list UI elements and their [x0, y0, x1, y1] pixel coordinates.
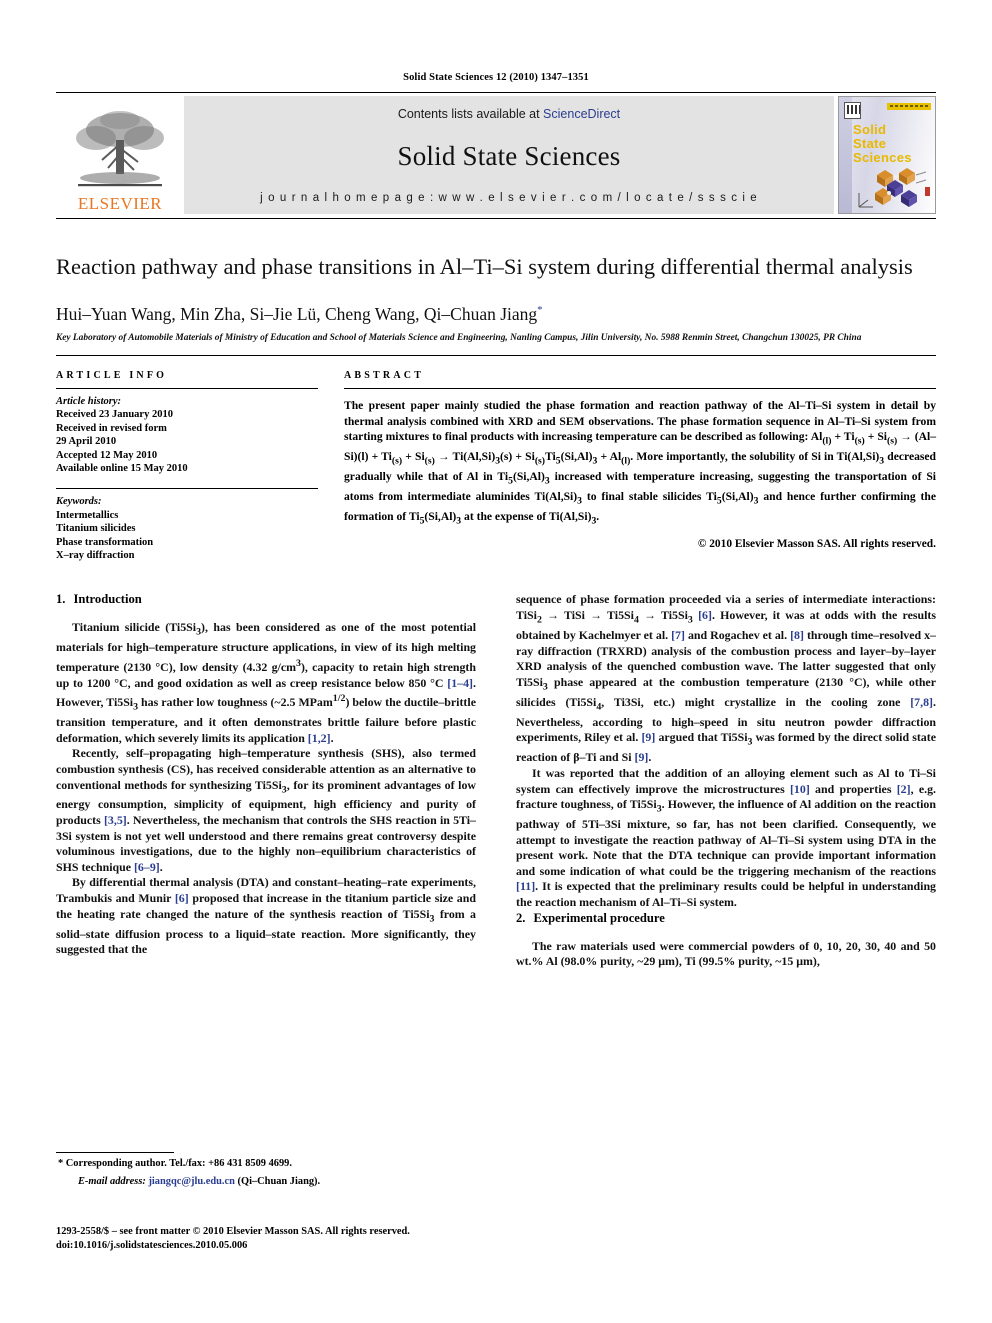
affiliation: Key Laboratory of Automobile Materials o…: [56, 333, 862, 343]
abstract-text: The present paper mainly studied the pha…: [344, 399, 937, 527]
footnote-rule: [56, 1152, 174, 1153]
paragraph: It was reported that the addition of an …: [516, 765, 937, 910]
keywords-label: Keywords:: [56, 496, 102, 508]
section-title: Experimental procedure: [533, 910, 665, 925]
author-list: Hui–Yuan Wang, Min Zha, Si–Jie Lü, Cheng…: [56, 304, 936, 325]
abstract-heading: ABSTRACT: [344, 370, 425, 381]
email-owner: (Qi–Chuan Jiang).: [237, 1176, 321, 1187]
journal-homepage[interactable]: j o u r n a l h o m e p a g e : w w w . …: [260, 192, 758, 204]
email-label: E-mail address:: [78, 1176, 146, 1187]
section-heading-experimental: 2. Experimental procedure: [516, 911, 936, 926]
author-names: Hui–Yuan Wang, Min Zha, Si–Jie Lü, Cheng…: [56, 304, 538, 324]
article-history-block: Article history: Received 23 January 201…: [56, 395, 318, 475]
elsevier-tree-icon: [76, 111, 164, 187]
section-number: 1.: [56, 592, 66, 607]
paper-page: Solid State Sciences 12 (2010) 1347–1351…: [0, 0, 992, 1323]
paragraph: sequence of phase formation proceeded vi…: [516, 592, 937, 765]
keyword-item: X–ray diffraction: [56, 550, 135, 562]
masthead-divider: [56, 218, 936, 219]
paragraph: The raw materials used were commercial p…: [516, 938, 936, 969]
keywords-divider: [56, 488, 318, 490]
body-columns: 1. Introduction Titanium silicide (Ti5Si3…: [56, 592, 936, 969]
journal-cover-thumbnail[interactable]: Solid State Sciences: [838, 96, 936, 214]
abstract-divider: [344, 388, 936, 389]
title-block-divider: [56, 355, 936, 356]
cover-title-line-2: State: [853, 136, 887, 151]
history-item: Accepted 12 May 2010: [56, 449, 158, 461]
cover-title-text: Solid State Sciences: [853, 123, 912, 165]
email-link[interactable]: jiangqc@jlu.edu.cn: [148, 1176, 234, 1187]
contents-list-line: Contents lists available at ScienceDirec…: [398, 107, 620, 121]
corresponding-author-marker[interactable]: *: [537, 304, 543, 316]
elsevier-wordmark: ELSEVIER: [77, 194, 163, 213]
paragraph: Titanium silicide (Ti5Si3), has been con…: [56, 620, 477, 745]
footer-legal: 1293-2558/$ – see front matter © 2010 El…: [56, 1225, 516, 1252]
journal-title: Solid State Sciences: [397, 141, 621, 171]
header-divider: [56, 92, 936, 93]
body-column-left: 1. Introduction Titanium silicide (Ti5Si3…: [56, 592, 476, 969]
cover-title-line-3: Sciences: [853, 150, 912, 165]
article-info-column: ARTICLE INFO Article history: Received 2…: [56, 370, 318, 562]
history-item: Received 23 January 2010: [56, 409, 173, 421]
email-note: E-mail address: jiangqc@jlu.edu.cn (Qi–C…: [56, 1175, 476, 1189]
body-column-right: sequence of phase formation proceeded vi…: [516, 592, 936, 969]
sciencedirect-link[interactable]: ScienceDirect: [543, 107, 620, 121]
cover-legend-icon: [916, 171, 930, 196]
history-item: Received in revised form: [56, 422, 167, 434]
keyword-item: Titanium silicides: [56, 523, 136, 535]
paragraph: Recently, self–propagating high–temperat…: [56, 746, 476, 874]
article-info-heading: ARTICLE INFO: [56, 370, 168, 381]
keywords-block: Keywords: Intermetallics Titanium silici…: [56, 495, 318, 562]
section-heading-introduction: 1. Introduction: [56, 592, 476, 607]
section-title: Introduction: [73, 592, 142, 607]
article-history-label: Article history:: [56, 396, 122, 407]
cover-title-line-1: Solid: [853, 122, 887, 137]
article-info-divider: [56, 388, 318, 389]
abstract-copyright: © 2010 Elsevier Masson SAS. All rights r…: [697, 537, 936, 550]
abstract-column: ABSTRACT The present paper mainly studie…: [344, 370, 936, 562]
journal-masthead: ELSEVIER Contents lists available at Sci…: [56, 96, 936, 214]
contents-prefix: Contents lists available at: [397, 107, 544, 121]
footnote-block: * Corresponding author. Tel./fax: +86 43…: [56, 1152, 476, 1189]
running-head: Solid State Sciences 12 (2010) 1347–1351: [403, 72, 589, 83]
history-item: Available online 15 May 2010: [56, 463, 188, 475]
paragraph: By differential thermal analysis (DTA) a…: [56, 875, 476, 957]
front-matter-line: 1293-2558/$ – see front matter © 2010 El…: [56, 1226, 410, 1237]
keyword-item: Phase transformation: [56, 536, 154, 548]
cover-publisher-logo-icon: [844, 102, 861, 119]
axis-indicator-icon: [858, 193, 873, 208]
masthead-center: Contents lists available at ScienceDirec…: [184, 96, 834, 214]
article-title: Reaction pathway and phase transitions i…: [56, 254, 913, 279]
history-item: 29 April 2010: [56, 436, 117, 448]
corresponding-author-note: * Corresponding author. Tel./fax: +86 43…: [58, 1158, 292, 1169]
section-number: 2.: [516, 910, 526, 925]
doi-line: doi:10.1016/j.solidstatesciences.2010.05…: [56, 1239, 248, 1251]
keyword-item: Intermetallics: [56, 509, 119, 521]
elsevier-logo: ELSEVIER: [56, 96, 184, 214]
info-abstract-row: ARTICLE INFO Article history: Received 2…: [56, 370, 936, 562]
cover-top-banner: [887, 103, 931, 110]
